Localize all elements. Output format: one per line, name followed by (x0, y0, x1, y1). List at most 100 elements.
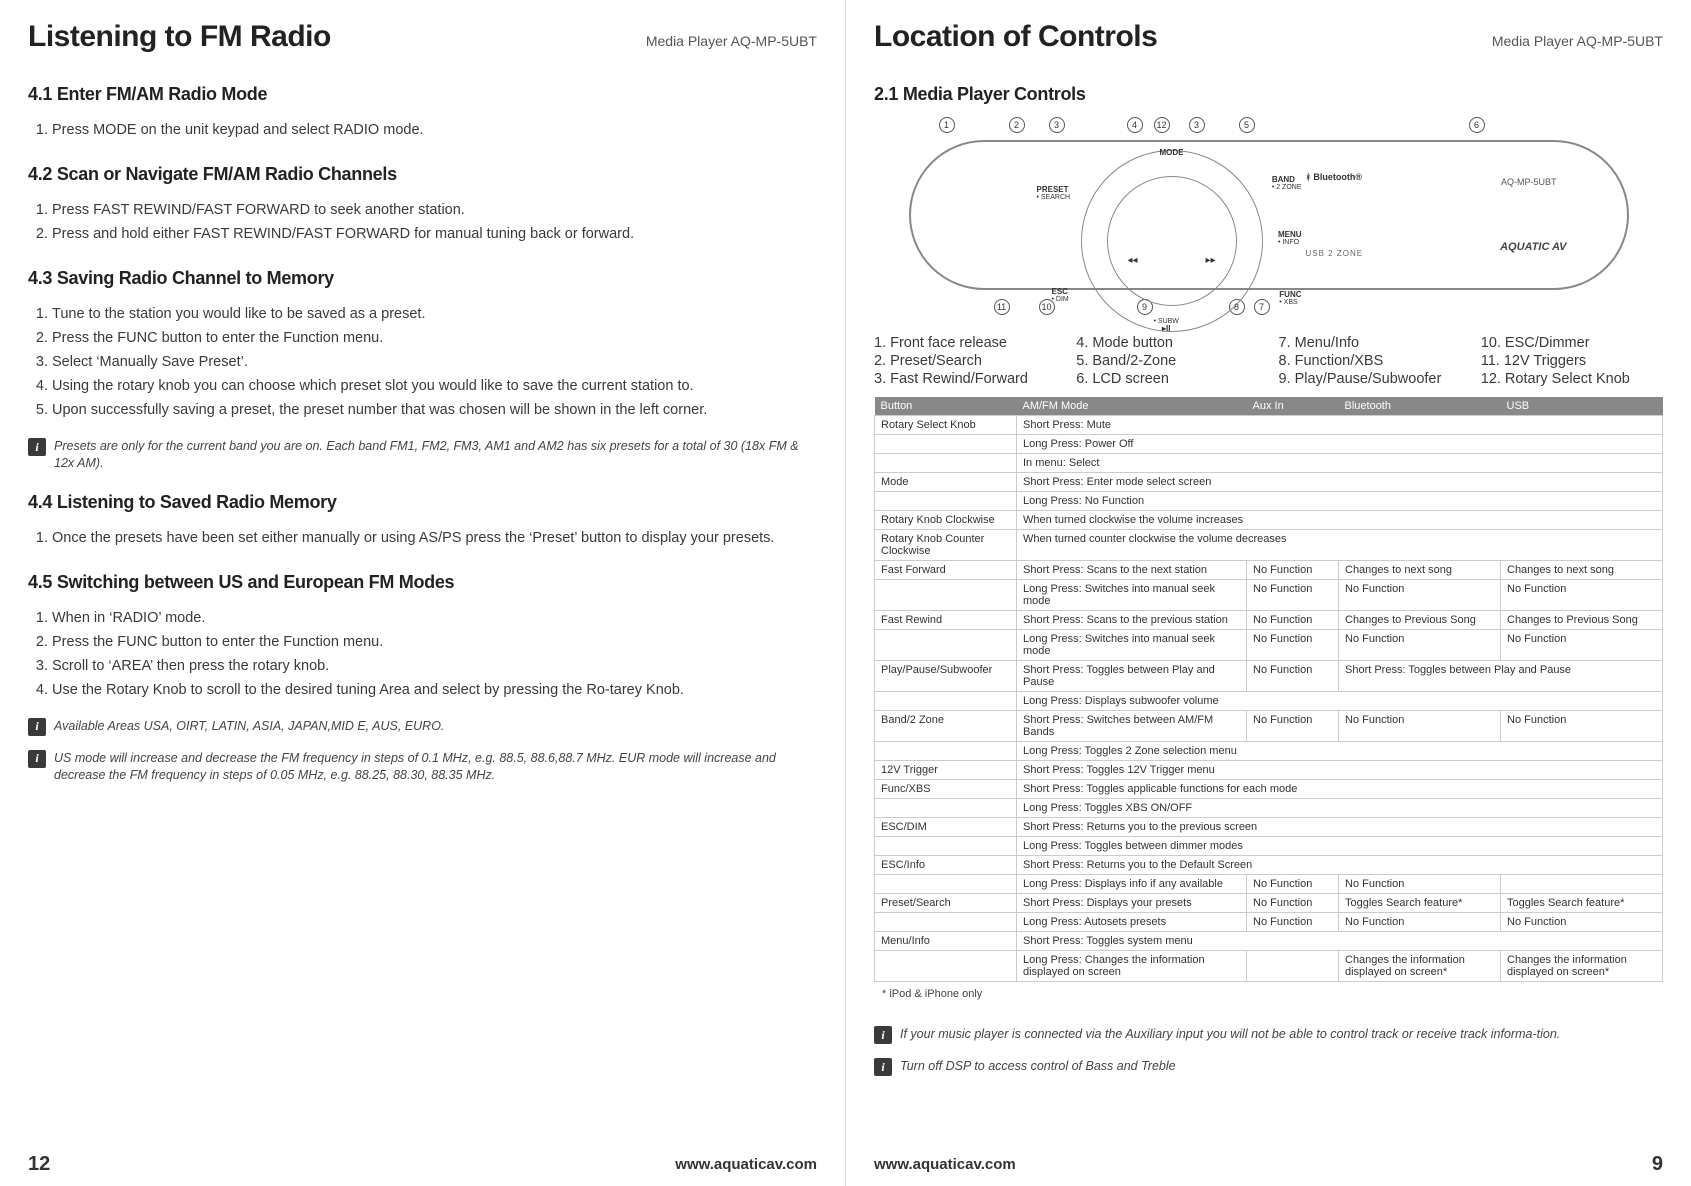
list-item: Press the FUNC button to enter the Funct… (52, 632, 817, 653)
section-2-1-title: 2.1 Media Player Controls (874, 84, 1663, 105)
device-model-label: AQ-MP-5UBT (1501, 177, 1557, 187)
cell-bt: Changes to next song (1339, 561, 1501, 580)
rewind-icon: ◂◂ (1128, 255, 1138, 266)
cell-usb: Toggles Search feature* (1501, 894, 1663, 913)
cell-span: Long Press: Toggles XBS ON/OFF (1017, 799, 1663, 818)
controls-legend: 1. Front face release 4. Mode button 7. … (874, 335, 1663, 387)
note-text: Turn off DSP to access control of Bass a… (900, 1058, 1176, 1075)
cell-aux: No Function (1247, 711, 1339, 742)
callout-2: 2 (1009, 117, 1025, 133)
info-icon: i (874, 1058, 892, 1076)
cell-usb: Changes the information displayed on scr… (1501, 951, 1663, 982)
page-left-model: Media Player AQ-MP-5UBT (646, 33, 817, 49)
section-4-1-title: 4.1 Enter FM/AM Radio Mode (28, 84, 817, 105)
cell-span: In menu: Select (1017, 454, 1663, 473)
cell-aux: No Function (1247, 561, 1339, 580)
cell-button (875, 951, 1017, 982)
legend-item: 1. Front face release (874, 335, 1056, 351)
cell-button: Fast Rewind (875, 611, 1017, 630)
table-row: Long Press: Toggles XBS ON/OFF (875, 799, 1663, 818)
note-4-3: i Presets are only for the current band … (28, 438, 817, 472)
note-text: If your music player is connected via th… (900, 1026, 1560, 1043)
info-icon: i (28, 438, 46, 456)
table-row: Play/Pause/SubwooferShort Press: Toggles… (875, 661, 1663, 692)
cell-span: Short Press: Toggles applicable function… (1017, 780, 1663, 799)
section-4-3-title: 4.3 Saving Radio Channel to Memory (28, 268, 817, 289)
cell-amfm: Long Press: Changes the information disp… (1017, 951, 1247, 982)
cell-bt-usb: Short Press: Toggles between Play and Pa… (1339, 661, 1663, 692)
cell-button: 12V Trigger (875, 761, 1017, 780)
table-row: Long Press: Displays info if any availab… (875, 875, 1663, 894)
cell-aux (1247, 951, 1339, 982)
table-row: Preset/SearchShort Press: Displays your … (875, 894, 1663, 913)
cell-span: Short Press: Toggles system menu (1017, 932, 1663, 951)
table-body: Rotary Select KnobShort Press: MuteLong … (875, 416, 1663, 982)
cell-bt: Changes the information displayed on scr… (1339, 951, 1501, 982)
table-row: Func/XBSShort Press: Toggles applicable … (875, 780, 1663, 799)
info-icon: i (28, 718, 46, 736)
cell-amfm: Short Press: Switches between AM/FM Band… (1017, 711, 1247, 742)
table-head: Button AM/FM Mode Aux In Bluetooth USB (875, 397, 1663, 416)
table-row: Rotary Knob Counter ClockwiseWhen turned… (875, 530, 1663, 561)
info-icon: i (28, 750, 46, 768)
note-2-1b: i Turn off DSP to access control of Bass… (874, 1058, 1663, 1076)
list-item: Press FAST REWIND/FAST FORWARD to seek a… (52, 200, 817, 221)
cell-button (875, 692, 1017, 711)
legend-item: 2. Preset/Search (874, 353, 1056, 369)
table-row: Long Press: Changes the information disp… (875, 951, 1663, 982)
info-icon: i (874, 1026, 892, 1044)
controls-table: Button AM/FM Mode Aux In Bluetooth USB R… (874, 397, 1663, 982)
section-4-1-list: Press MODE on the unit keypad and select… (52, 117, 817, 144)
manual-spread: Listening to FM Radio Media Player AQ-MP… (0, 0, 1691, 1186)
page-right: Location of Controls Media Player AQ-MP-… (846, 0, 1691, 1186)
forward-icon: ▸▸ (1205, 255, 1215, 266)
cell-bt: No Function (1339, 580, 1501, 611)
legend-item: 6. LCD screen (1076, 371, 1258, 387)
cell-usb (1501, 875, 1663, 894)
cell-usb: No Function (1501, 711, 1663, 742)
cell-button (875, 630, 1017, 661)
callout-3: 3 (1049, 117, 1065, 133)
note-4-5b: i US mode will increase and decrease the… (28, 750, 817, 784)
footer-url-left: www.aquaticav.com (675, 1156, 817, 1173)
cell-button (875, 492, 1017, 511)
cell-span: Long Press: Power Off (1017, 435, 1663, 454)
table-row: Long Press: No Function (875, 492, 1663, 511)
cell-usb: Changes to next song (1501, 561, 1663, 580)
cell-span: Short Press: Enter mode select screen (1017, 473, 1663, 492)
section-4-4-title: 4.4 Listening to Saved Radio Memory (28, 492, 817, 513)
cell-button: Preset/Search (875, 894, 1017, 913)
page-number-right: 9 (1652, 1153, 1663, 1176)
cell-usb: No Function (1501, 913, 1663, 932)
cell-aux: No Function (1247, 611, 1339, 630)
cell-span: Short Press: Toggles 12V Trigger menu (1017, 761, 1663, 780)
table-row: Rotary Select KnobShort Press: Mute (875, 416, 1663, 435)
device-diagram: 1 2 3 4 12 3 5 6 11 10 9 8 7 ◂◂ ▸ (879, 115, 1659, 315)
table-row: Long Press: Displays subwoofer volume (875, 692, 1663, 711)
th-amfm: AM/FM Mode (1017, 397, 1247, 416)
knob-preset: PRESET • SEARCH (1037, 186, 1071, 201)
page-left-footer: 12 www.aquaticav.com (28, 1143, 817, 1176)
th-auxin: Aux In (1247, 397, 1339, 416)
section-4-5-list: When in ‘RADIO’ mode. Press the FUNC but… (52, 605, 817, 704)
note-text: US mode will increase and decrease the F… (54, 750, 817, 784)
cell-button: Mode (875, 473, 1017, 492)
cell-button (875, 580, 1017, 611)
th-usb: USB (1501, 397, 1663, 416)
cell-usb: No Function (1501, 630, 1663, 661)
cell-amfm: Short Press: Scans to the previous stati… (1017, 611, 1247, 630)
list-item: Scroll to ‘AREA’ then press the rotary k… (52, 656, 817, 677)
note-text: Presets are only for the current band yo… (54, 438, 817, 472)
cell-button (875, 799, 1017, 818)
cell-span: Short Press: Returns you to the Default … (1017, 856, 1663, 875)
list-item: Press and hold either FAST REWIND/FAST F… (52, 224, 817, 245)
page-left-header: Listening to FM Radio Media Player AQ-MP… (28, 20, 817, 54)
page-right-footer: www.aquaticav.com 9 (874, 1143, 1663, 1176)
callout-12: 12 (1154, 117, 1170, 133)
list-item: When in ‘RADIO’ mode. (52, 608, 817, 629)
knob-esc: ESC • DIM (1052, 288, 1069, 303)
knob-band: BAND • 2 ZONE (1272, 176, 1302, 191)
knob-subw: • SUBW ▸II (1154, 318, 1179, 333)
cell-button: Rotary Knob Counter Clockwise (875, 530, 1017, 561)
cell-aux: No Function (1247, 630, 1339, 661)
